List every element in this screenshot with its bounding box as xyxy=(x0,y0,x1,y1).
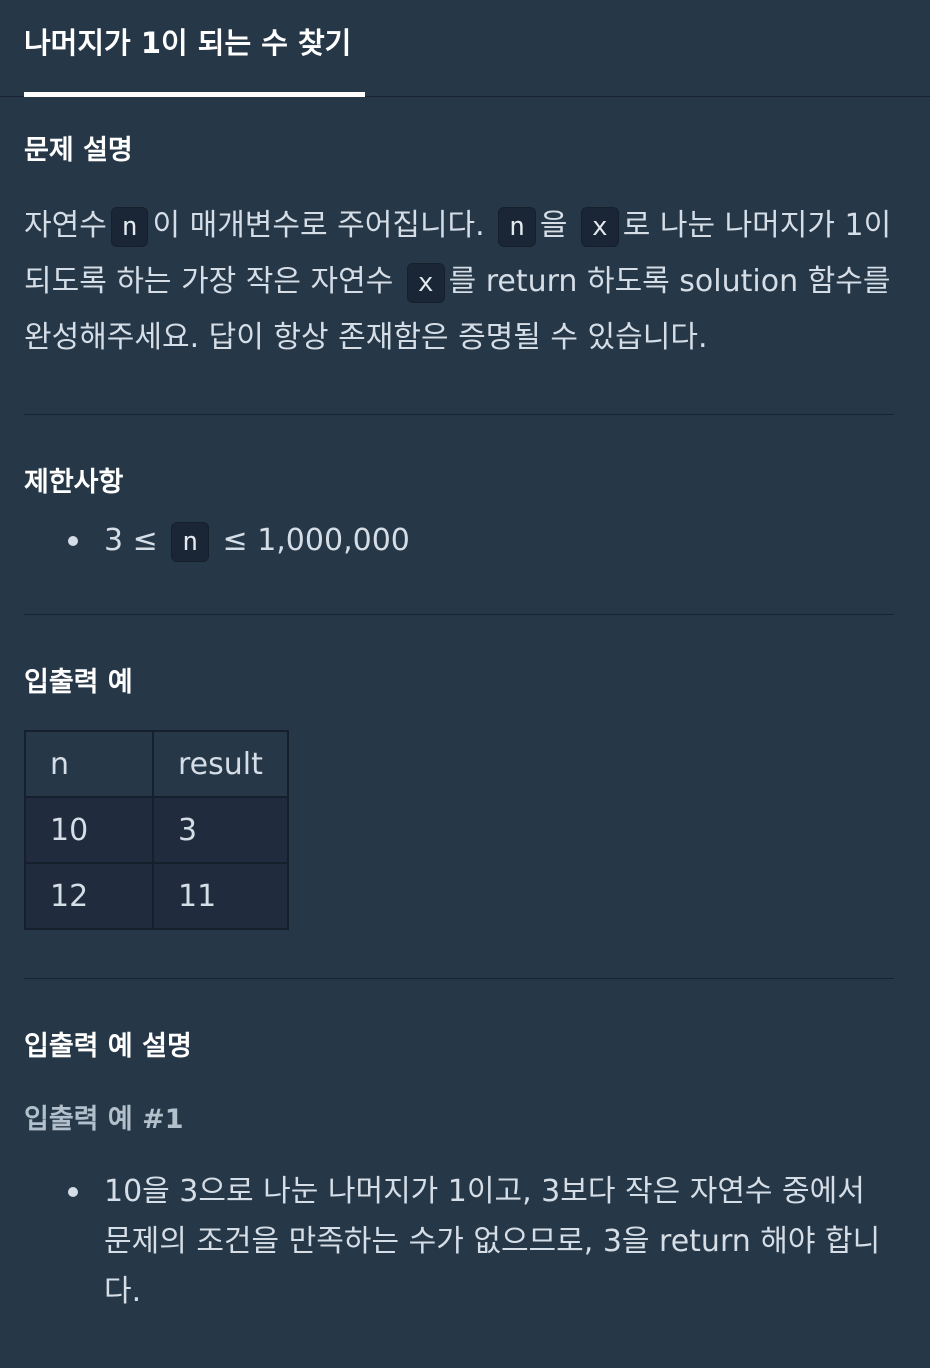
table-cell: 10 xyxy=(24,796,154,865)
code-n: n xyxy=(110,206,149,247)
tab-label: 나머지가 1이 되는 수 찾기 xyxy=(24,26,352,60)
table-header-cell: n xyxy=(24,730,154,799)
table-cell: 3 xyxy=(152,796,289,865)
problem-content: 문제 설명 자연수 n 이 매개변수로 주어집니다. n을 x로 나눈 나머지가 1… xyxy=(0,97,930,1317)
constraints-heading: 제한사항 xyxy=(24,467,124,499)
tab-bar: 나머지가 1이 되는 수 찾기 xyxy=(0,0,930,97)
explanation-subheading: 입출력 예 #1 xyxy=(24,1104,184,1136)
examples-heading: 입출력 예 xyxy=(24,667,133,699)
code-x: x xyxy=(581,206,619,247)
explanation-heading: 입출력 예 설명 xyxy=(24,1031,192,1063)
explanation-list: 10을 3으로 나눈 나머지가 1이고, 3보다 작은 자연수 중에서 문제의 … xyxy=(24,1167,894,1317)
desc-seg-1: 자연수 xyxy=(24,208,107,244)
code-n: n xyxy=(171,521,209,562)
bullet-dot xyxy=(68,1187,78,1198)
examples-table: n result 10 3 12 11 xyxy=(24,730,289,931)
list-item: 10을 3으로 나눈 나머지가 1이고, 3보다 작은 자연수 중에서 문제의 … xyxy=(68,1167,894,1317)
desc-seg-3: 을 xyxy=(539,208,568,244)
description-heading: 문제 설명 xyxy=(24,135,133,166)
table-header-cell: result xyxy=(152,730,289,799)
desc-seg-2: 이 매개변수로 주어집니다. xyxy=(152,208,485,244)
tab-problem-title[interactable]: 나머지가 1이 되는 수 찾기 xyxy=(24,0,365,97)
table-cell: 11 xyxy=(152,862,289,931)
list-item: 3 ≤ n ≤ 1,000,000 xyxy=(68,516,894,566)
table-row: 12 11 xyxy=(24,862,289,931)
bullet-dot xyxy=(68,536,78,547)
description-text: 자연수 n 이 매개변수로 주어집니다. n을 x로 나눈 나머지가 1이 되도록 … xyxy=(24,198,894,366)
table-row: 10 3 xyxy=(24,796,289,865)
code-n: n xyxy=(498,206,536,247)
table-cell: 12 xyxy=(24,862,154,931)
code-x: x xyxy=(406,262,445,303)
problem-page: 나머지가 1이 되는 수 찾기 문제 설명 자연수 n 이 매개변수로 주어집니다.… xyxy=(0,0,930,1368)
constraints-list: 3 ≤ n ≤ 1,000,000 xyxy=(24,516,894,566)
table-header-row: n result xyxy=(24,730,289,799)
